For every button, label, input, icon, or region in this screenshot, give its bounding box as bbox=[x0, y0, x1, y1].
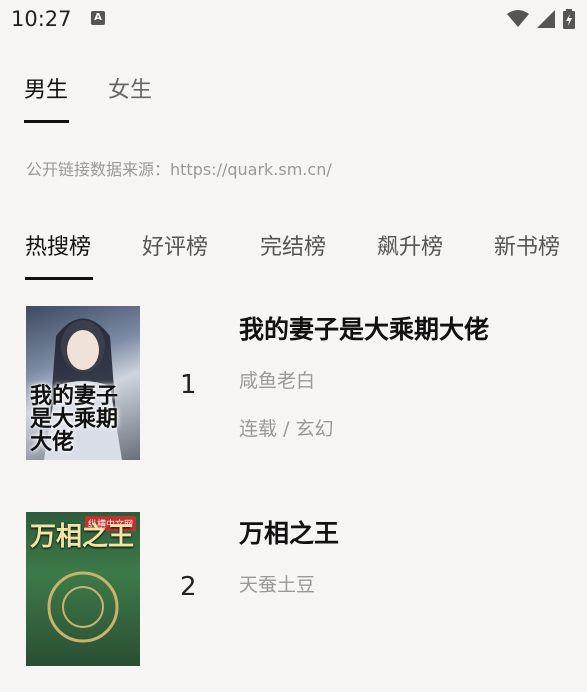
data-source-text: 公开链接数据来源：https://quark.sm.cn/ bbox=[26, 160, 332, 179]
status-time: 10:27 bbox=[11, 7, 72, 31]
gender-tab-indicator bbox=[24, 120, 69, 123]
book-title[interactable]: 万相之王 bbox=[239, 514, 339, 550]
cover-title: 我的妻子是大乘期大佬 bbox=[30, 382, 119, 455]
notification-icon: A bbox=[91, 11, 105, 25]
tab-hot-search[interactable]: 热搜榜 bbox=[25, 229, 91, 261]
book-list-item[interactable]: 纵横中文网 万相之王 2 万相之王 天蚕土豆 bbox=[0, 512, 587, 692]
tab-male[interactable]: 男生 bbox=[24, 72, 68, 104]
rank-number: 2 bbox=[180, 572, 197, 602]
system-icons bbox=[507, 9, 575, 29]
gender-tabs: 男生 女生 bbox=[0, 66, 587, 126]
book-author: 咸鱼老白 bbox=[239, 370, 316, 392]
tab-female[interactable]: 女生 bbox=[108, 72, 152, 104]
book-author: 天蚕土豆 bbox=[239, 574, 316, 596]
tab-new-books[interactable]: 新书榜 bbox=[494, 229, 560, 261]
book-list-item[interactable]: 我的妻子是大乘期大佬 1 我的妻子是大乘期大佬 咸鱼老白 连载 / 玄幻 bbox=[0, 306, 587, 486]
book-title[interactable]: 我的妻子是大乘期大佬 bbox=[239, 310, 489, 346]
status-bar: 10:27 A bbox=[0, 0, 587, 40]
signal-icon bbox=[537, 10, 555, 28]
rank-number: 1 bbox=[180, 370, 197, 400]
cover-title: 万相之王 bbox=[30, 522, 135, 552]
tab-top-rated[interactable]: 好评榜 bbox=[142, 229, 208, 261]
book-cover[interactable]: 纵横中文网 万相之王 bbox=[26, 512, 140, 666]
tab-rising[interactable]: 飙升榜 bbox=[377, 229, 443, 261]
tab-completed[interactable]: 完结榜 bbox=[260, 229, 326, 261]
book-status-genre: 连载 / 玄幻 bbox=[239, 418, 334, 440]
battery-icon bbox=[563, 9, 575, 29]
book-cover[interactable]: 我的妻子是大乘期大佬 bbox=[26, 306, 140, 460]
rank-tab-indicator bbox=[25, 277, 93, 280]
ranking-tabs: 热搜榜 好评榜 完结榜 飙升榜 新书榜 bbox=[0, 225, 587, 285]
wifi-icon bbox=[507, 10, 529, 27]
